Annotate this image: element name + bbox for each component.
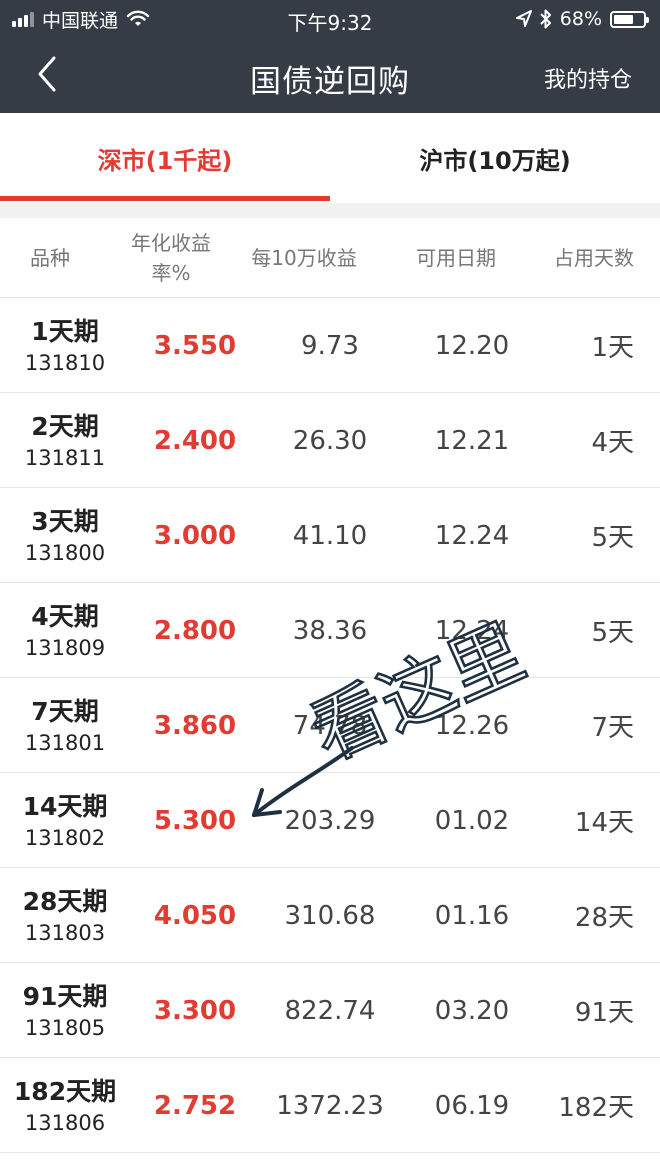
- income-per-100k: 1372.23: [276, 1090, 384, 1121]
- annual-rate: 2.752: [153, 1090, 237, 1121]
- variety-code: 131801: [24, 730, 106, 755]
- occupied-days: 1天: [591, 333, 634, 363]
- tab-shenzhen[interactable]: 深市(1千起): [0, 113, 330, 203]
- occupied-days: 4天: [591, 428, 634, 458]
- occupied-days: 91天: [574, 998, 634, 1028]
- variety-name: 28天期: [22, 886, 108, 916]
- occupied-days: 5天: [591, 523, 634, 553]
- occupied-days: 5天: [591, 618, 634, 648]
- annual-rate: 4.050: [153, 900, 237, 931]
- market-tabs: 深市(1千起) 沪市(10万起): [0, 113, 660, 203]
- income-per-100k: 26.30: [292, 425, 368, 456]
- variety-cell: 7天期 131801: [0, 678, 130, 773]
- income-per-100k: 9.73: [301, 330, 359, 361]
- bluetooth-icon: [540, 9, 551, 29]
- occupied-days: 28天: [574, 903, 634, 933]
- table-row[interactable]: 1天期 131810 3.550 9.73 12.20 1天: [0, 298, 660, 393]
- variety-name: 2天期: [31, 411, 99, 441]
- annual-rate: 3.550: [153, 330, 237, 361]
- status-bar: 中国联通 下午9:32 68%: [0, 0, 660, 38]
- header-variety: 品种: [30, 246, 70, 270]
- active-tab-indicator: [0, 196, 330, 201]
- annual-rate: 2.400: [153, 425, 237, 456]
- table-row[interactable]: 3天期 131800 3.000 41.10 12.24 5天: [0, 488, 660, 583]
- income-per-100k: 41.10: [292, 520, 368, 551]
- variety-code: 131800: [24, 540, 106, 565]
- location-arrow-icon: [515, 10, 532, 27]
- table-header: 品种 年化收益率% 每10万收益 可用日期 占用天数: [0, 218, 660, 298]
- status-right: 68%: [515, 7, 649, 31]
- header-occupied-days: 占用天数: [554, 246, 634, 270]
- available-date: 12.26: [434, 710, 510, 741]
- variety-cell: 182天期 131806: [0, 1058, 130, 1153]
- income-per-100k: 203.29: [284, 805, 376, 836]
- variety-code: 131810: [24, 350, 106, 375]
- available-date: 01.02: [434, 805, 510, 836]
- annual-rate: 5.300: [153, 805, 237, 836]
- variety-name: 7天期: [31, 696, 99, 726]
- variety-code: 131802: [24, 825, 106, 850]
- variety-cell: 3天期 131800: [0, 488, 130, 583]
- screen: 中国联通 下午9:32 68% 国债逆回购 我的持仓 深市(1千起) 沪市(10…: [0, 0, 660, 1174]
- section-divider: [0, 203, 660, 218]
- header-annual-rate: 年化收益率%: [131, 231, 211, 285]
- table-row[interactable]: 7天期 131801 3.860 74.78 12.26 7天: [0, 678, 660, 773]
- table-row[interactable]: 91天期 131805 3.300 822.74 03.20 91天: [0, 963, 660, 1058]
- variety-cell: 2天期 131811: [0, 393, 130, 488]
- income-per-100k: 822.74: [284, 995, 376, 1026]
- table-row[interactable]: 14天期 131802 5.300 203.29 01.02 14天: [0, 773, 660, 868]
- available-date: 12.20: [434, 330, 510, 361]
- variety-cell: 1天期 131810: [0, 298, 130, 393]
- table-row[interactable]: 2天期 131811 2.400 26.30 12.21 4天: [0, 393, 660, 488]
- income-per-100k: 310.68: [284, 900, 376, 931]
- table-row[interactable]: 28天期 131803 4.050 310.68 01.16 28天: [0, 868, 660, 963]
- available-date: 12.24: [434, 520, 510, 551]
- variety-code: 131803: [24, 920, 106, 945]
- variety-name: 3天期: [31, 506, 99, 536]
- battery-percent: 68%: [559, 8, 602, 30]
- nav-bar: 国债逆回购 我的持仓: [0, 38, 660, 113]
- header: 中国联通 下午9:32 68% 国债逆回购 我的持仓: [0, 0, 660, 113]
- variety-name: 4天期: [31, 601, 99, 631]
- repo-table: 品种 年化收益率% 每10万收益 可用日期 占用天数 1天期 131810 3.55…: [0, 218, 660, 1153]
- battery-fill: [614, 14, 633, 24]
- available-date: 03.20: [434, 995, 510, 1026]
- annual-rate: 3.300: [153, 995, 237, 1026]
- variety-cell: 28天期 131803: [0, 868, 130, 963]
- available-date: 06.19: [434, 1090, 510, 1121]
- income-per-100k: 38.36: [292, 615, 368, 646]
- header-available-date: 可用日期: [416, 246, 496, 270]
- variety-cell: 14天期 131802: [0, 773, 130, 868]
- table-body: 1天期 131810 3.550 9.73 12.20 1天 2天期 131811 2.400 2…: [0, 298, 660, 1153]
- variety-name: 14天期: [22, 791, 108, 821]
- variety-name: 1天期: [31, 316, 99, 346]
- annual-rate: 3.000: [153, 520, 237, 551]
- header-income-per-100k: 每10万收益: [251, 246, 357, 270]
- occupied-days: 14天: [574, 808, 634, 838]
- tab-shanghai[interactable]: 沪市(10万起): [330, 113, 660, 203]
- occupied-days: 182天: [558, 1093, 634, 1123]
- annual-rate: 3.860: [153, 710, 237, 741]
- my-holdings-button[interactable]: 我的持仓: [544, 62, 632, 94]
- variety-code: 131811: [24, 445, 106, 470]
- variety-name: 91天期: [22, 981, 108, 1011]
- occupied-days: 7天: [591, 713, 634, 743]
- variety-cell: 4天期 131809: [0, 583, 130, 678]
- battery-icon: [610, 10, 649, 28]
- available-date: 12.21: [434, 425, 510, 456]
- variety-code: 131809: [24, 635, 106, 660]
- income-per-100k: 74.78: [292, 710, 368, 741]
- variety-name: 182天期: [13, 1076, 117, 1106]
- available-date: 12.24: [434, 615, 510, 646]
- annual-rate: 2.800: [153, 615, 237, 646]
- variety-code: 131805: [24, 1015, 106, 1040]
- table-row[interactable]: 4天期 131809 2.800 38.36 12.24 5天: [0, 583, 660, 678]
- available-date: 01.16: [434, 900, 510, 931]
- variety-cell: 91天期 131805: [0, 963, 130, 1058]
- variety-code: 131806: [24, 1110, 106, 1135]
- table-row[interactable]: 182天期 131806 2.752 1372.23 06.19 182天: [0, 1058, 660, 1153]
